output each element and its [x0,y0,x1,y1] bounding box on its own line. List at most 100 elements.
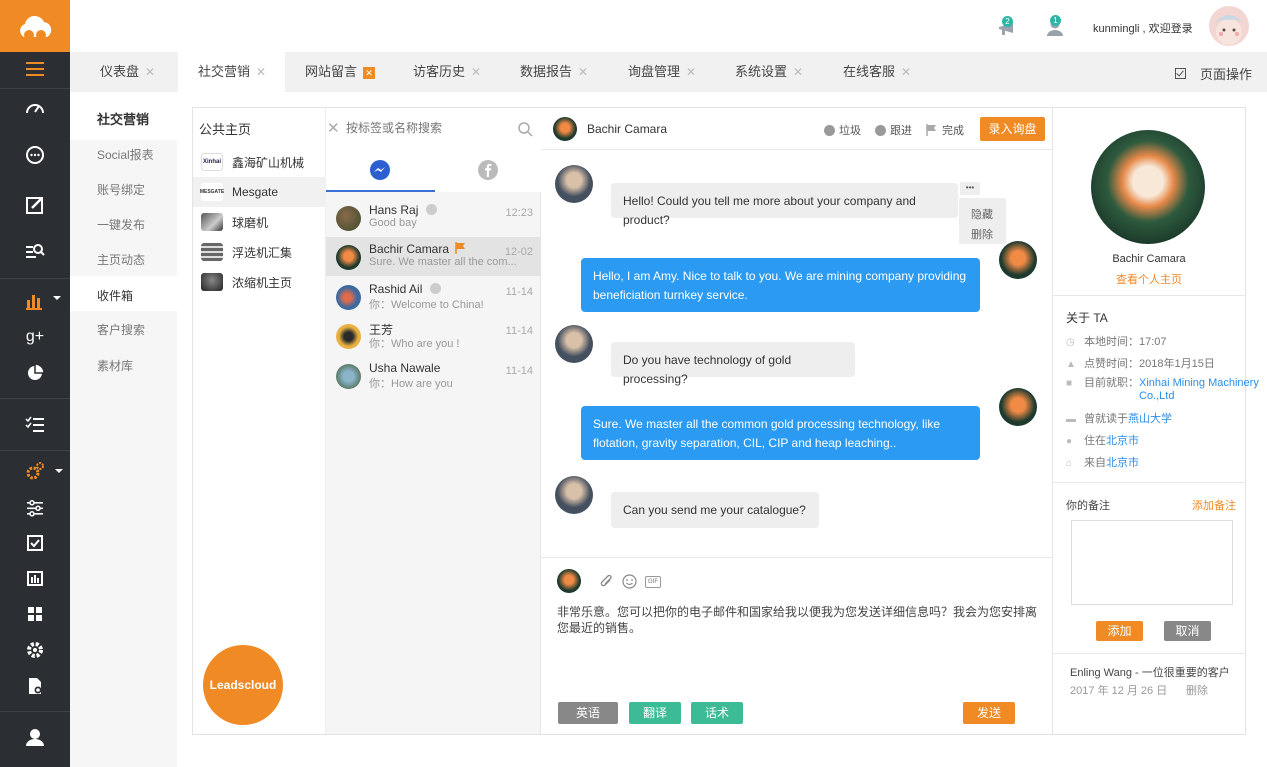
close-icon[interactable]: ✕ [471,65,481,79]
education: ▬ 曾就读于燕山大学 [1066,413,1172,425]
add-note-button[interactable]: 添加 [1096,621,1143,641]
public-page-item[interactable]: 浓缩机主页 [193,267,326,297]
gear-icon[interactable] [0,633,70,667]
tab-messenger[interactable] [326,150,435,192]
public-page-item[interactable]: 球磨机 [193,207,326,237]
search-list-icon[interactable] [0,234,70,268]
home-icon: ⌂ [1066,458,1073,469]
tab-data-reports[interactable]: 数据报告 ✕ [500,52,608,92]
calendar-chart-icon[interactable] [0,561,70,595]
public-page-item[interactable]: Xinhai 鑫海矿山机械 [193,147,326,177]
profile-name: Bachir Camara [1112,253,1186,265]
checklist-icon[interactable] [0,407,70,441]
tab-facebook[interactable] [435,150,541,192]
page-thumbnail [201,213,223,231]
subnav-item-inbox[interactable]: 收件箱 [97,287,133,304]
conversation-item[interactable]: Hans Raj Good bay 12:23 [326,198,541,237]
translate-button[interactable]: 翻译 [629,702,681,724]
record-inquiry-button[interactable]: 录入询盘 [980,117,1045,141]
public-page-item[interactable]: MESGATE Mesgate [193,177,326,207]
cancel-note-button[interactable]: 取消 [1164,621,1211,641]
grid-apps-icon[interactable] [0,597,70,631]
conversation-item[interactable]: Bachir Camara Sure. We master all the co… [326,237,541,276]
dashboard-gauge-icon[interactable] [0,92,70,126]
lives-in: ● 住在北京市 [1066,435,1139,447]
leadscloud-brand-button[interactable]: Leadscloud [203,645,283,725]
thumbs-up-icon: ▲ [1066,359,1076,370]
search-input[interactable] [346,119,511,137]
message-composer[interactable]: 非常乐意。您可以把你的电子邮件和国家给我以便我为您发送详细信息吗？我会为您安排离… [557,604,1042,636]
info-icon [824,124,835,136]
tab-system-settings[interactable]: 系统设置 ✕ [715,52,823,92]
view-profile-link[interactable]: 查看个人主页 [1053,271,1245,287]
chat-bubble-icon[interactable] [0,138,70,172]
conversation-item[interactable]: 王芳 你：Who are you ! 11-14 [326,316,541,355]
close-icon[interactable]: ✕ [578,65,588,79]
hide-option[interactable]: 隐藏 [971,206,993,222]
page-operations-button[interactable]: 页面操作 [1175,64,1252,83]
edit-icon[interactable] [0,188,70,222]
close-icon[interactable]: ✕ [793,65,803,79]
notification-bell-icon[interactable]: 2 [996,16,1016,38]
like-time: ▲ 点赞时间：2018年1月15日 [1066,358,1215,370]
contact-avatar [336,364,361,389]
close-icon[interactable]: ✕ [145,65,155,79]
subnav-item-customer-search[interactable]: 客户搜索 [97,321,145,338]
follow-up-button[interactable]: 跟进 [875,122,912,138]
subnav-item-one-click-publish[interactable]: 一键发布 [97,216,145,233]
close-icon[interactable]: ✕ [256,65,266,79]
page-thumbnail [201,273,223,291]
user-profile-icon[interactable] [0,720,70,754]
tab-visitor-history[interactable]: 访客历史 ✕ [393,52,501,92]
subnav-item-account-binding[interactable]: 账号绑定 [97,181,145,198]
conversation-item[interactable]: Rashid Ail 你：Welcome to China! 11-14 [326,277,541,316]
more-options-icon[interactable]: ••• [960,182,980,195]
subnav-item-page-feed[interactable]: 主页动态 [97,251,145,268]
script-button[interactable]: 话术 [691,702,743,724]
messenger-icon [370,160,390,180]
app-logo[interactable] [0,0,70,52]
spam-button[interactable]: 垃圾 [824,122,861,138]
sliders-icon[interactable] [0,491,70,525]
conversation-item[interactable]: Usha Nawale 你：How are you 11-14 [326,356,541,395]
user-avatar[interactable] [1209,6,1249,46]
emoji-icon[interactable] [622,574,637,589]
english-button[interactable]: 英语 [558,702,618,724]
close-icon[interactable]: ✕ [363,66,376,79]
graduation-cap-icon: ▬ [1066,414,1076,425]
from-city: ⌂ 来自北京市 [1066,457,1139,469]
checkbox-icon [1175,68,1186,79]
menu-toggle-icon[interactable] [0,52,70,86]
tab-website-messages[interactable]: 网站留言 ✕ [285,52,393,92]
tab-dashboard[interactable]: 仪表盘 ✕ [70,52,178,92]
public-page-item[interactable]: 浮选机汇集 [193,237,326,267]
subnav-item-social-report[interactable]: Social报表 [97,146,154,163]
tab-social-marketing[interactable]: 社交营销 ✕ [178,52,285,92]
close-icon[interactable]: ✕ [901,65,911,79]
delete-note-link[interactable]: 删除 [1186,682,1208,698]
tab-online-service[interactable]: 在线客服 ✕ [823,52,933,92]
tab-inquiry-management[interactable]: 询盘管理 ✕ [608,52,716,92]
close-icon[interactable]: ✕ [686,65,696,79]
gif-icon[interactable]: GIF [645,576,661,588]
subnav-item-media-library[interactable]: 素材库 [97,357,133,374]
google-plus-icon[interactable]: g+ [0,320,70,354]
checkbox-icon[interactable] [0,526,70,560]
search-icon[interactable] [518,122,533,137]
delete-option[interactable]: 删除 [971,226,993,242]
done-button[interactable]: 完成 [926,122,964,138]
page-thumbnail [201,243,223,261]
contact-avatar [336,324,361,349]
send-button[interactable]: 发送 [963,702,1015,724]
pie-chart-icon[interactable] [0,355,70,389]
settings-gears-icon[interactable] [0,454,70,488]
add-note-link[interactable]: 添加备注 [1192,497,1236,513]
document-settings-icon[interactable] [0,669,70,703]
bar-chart-icon[interactable] [0,283,70,317]
attachment-icon[interactable] [600,574,613,589]
note-textarea[interactable] [1071,520,1233,605]
contacts-icon[interactable]: 1 [1045,15,1065,37]
page-logo: MESGATE [200,183,224,201]
clear-search-icon[interactable]: ✕ [327,119,340,137]
contact-avatar [336,285,361,310]
